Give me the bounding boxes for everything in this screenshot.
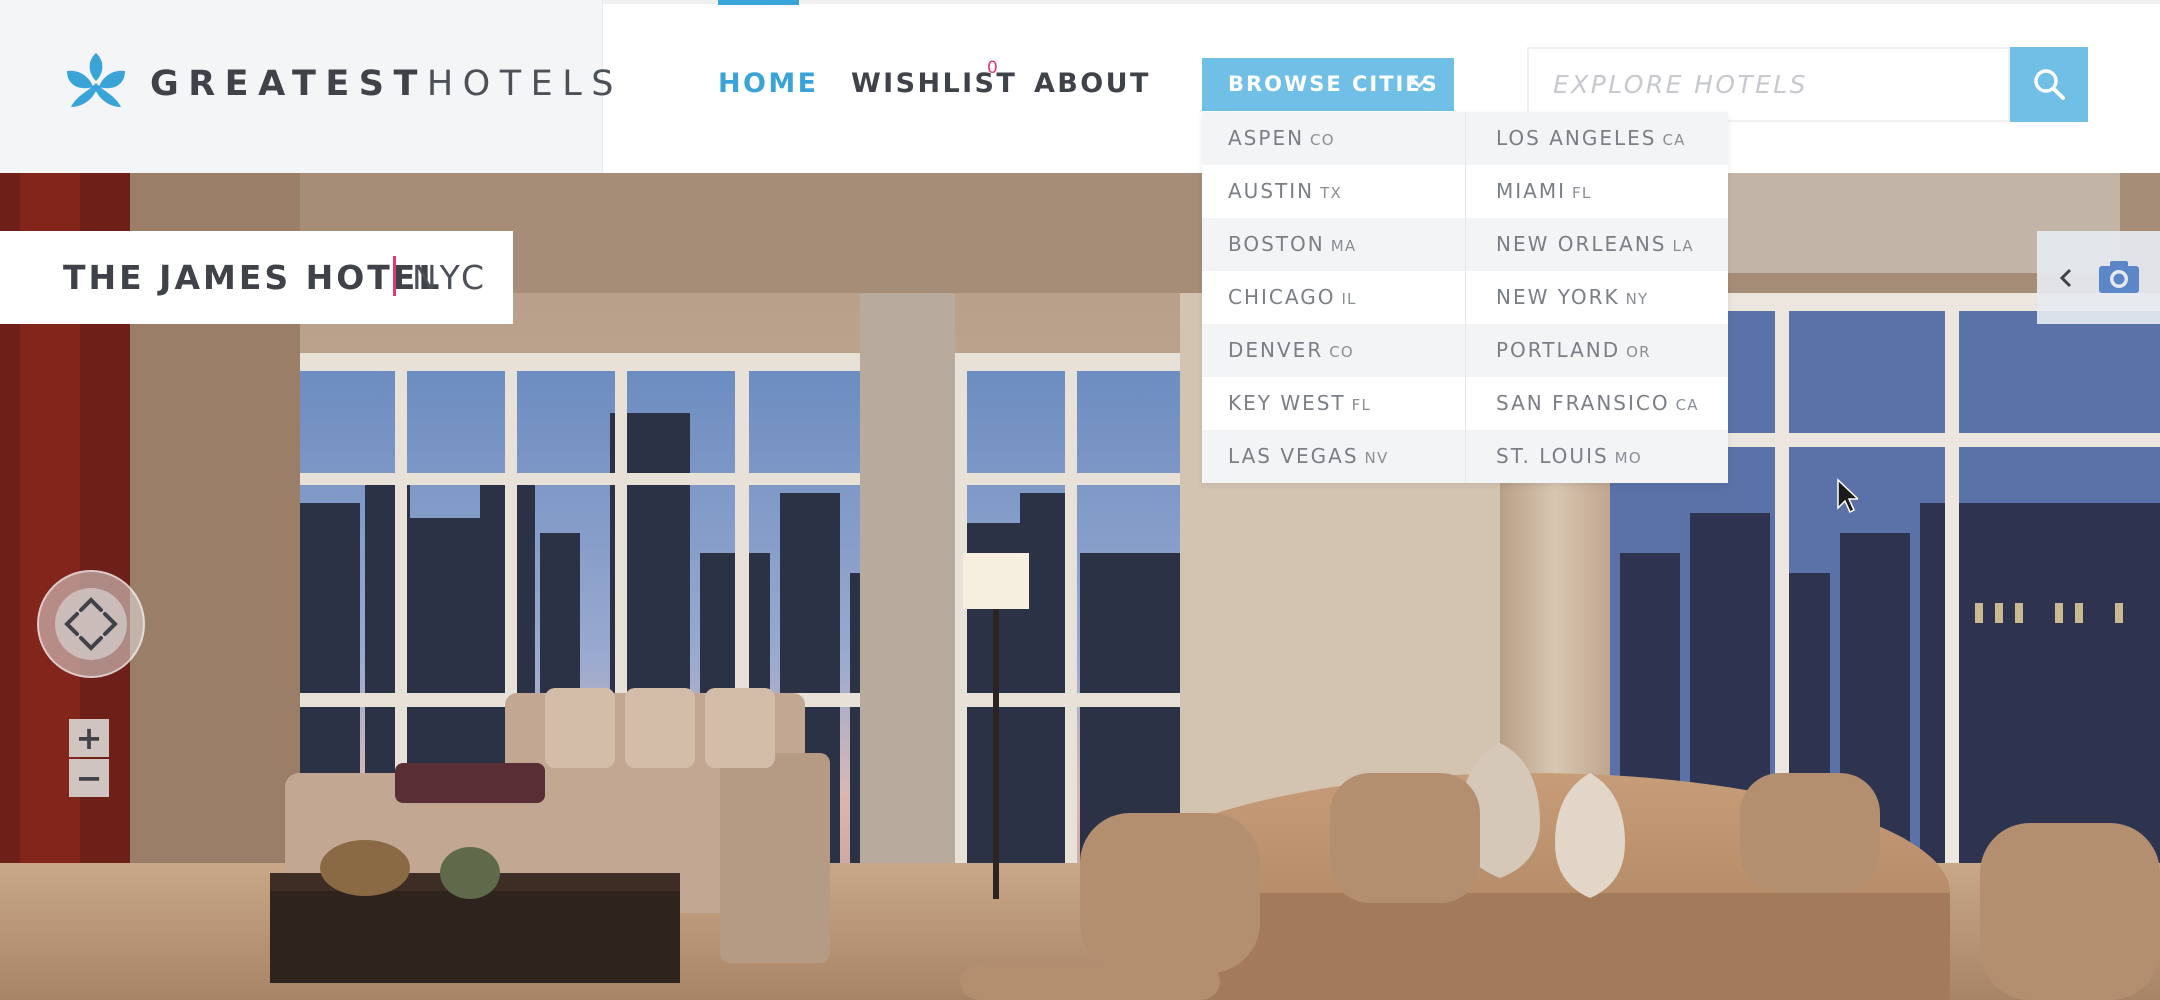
brand-light: HOTELS [426,64,623,104]
city-name: BOSTON [1228,232,1325,256]
brand-wordmark: GREATESTHOTELS [150,62,623,106]
city-link-miami[interactable]: MIAMI FL [1496,165,1591,218]
pan-control-knob[interactable] [55,588,127,660]
city-state: CA [1662,131,1686,149]
city-link-key-west[interactable]: KEY WEST FL [1228,377,1371,430]
city-name: ST. LOUIS [1496,444,1609,468]
wishlist-count-badge: 0 [987,58,998,78]
city-link-los-angeles[interactable]: LOS ANGELES CA [1496,112,1686,165]
panorama-pan-control[interactable] [37,570,145,678]
city-link-san-fransico[interactable]: SAN FRANSICO CA [1496,377,1699,430]
city-link-las-vegas[interactable]: LAS VEGAS NV [1228,430,1388,483]
city-link-st-louis[interactable]: ST. LOUIS MO [1496,430,1642,483]
city-name: LAS VEGAS [1228,444,1359,468]
city-link-new-york[interactable]: NEW YORK NY [1496,271,1648,324]
hotel-title-card: THE JAMES HOTEL NYC [0,231,513,324]
city-name: MIAMI [1496,179,1566,203]
logo-panel[interactable]: GREATESTHOTELS [0,0,613,173]
brand-bold: GREATEST [150,64,427,104]
chevron-left-icon [2059,268,2072,288]
city-state: NV [1364,449,1389,467]
city-name: KEY WEST [1228,391,1346,415]
browse-cities-label: BROWSE CITIES [1228,72,1439,96]
site-header: GREATESTHOTELS HOME WISHLIST 0 ABOUT BRO… [0,0,2160,173]
city-state: OR [1626,343,1651,361]
city-state: MO [1614,449,1642,467]
city-link-chicago[interactable]: CHICAGO IL [1228,271,1357,324]
hotel-name: THE JAMES HOTEL [63,258,443,297]
search-button[interactable] [2010,47,2088,122]
city-state: LA [1672,237,1694,255]
city-link-portland[interactable]: PORTLAND OR [1496,324,1651,377]
city-name: ASPEN [1228,126,1305,150]
city-state: FL [1351,396,1372,414]
city-link-denver[interactable]: DENVER CO [1228,324,1354,377]
city-state: IL [1341,290,1357,308]
active-nav-indicator [718,0,799,5]
city-state: FL [1572,184,1592,202]
city-state: MA [1330,237,1357,255]
city-name: DENVER [1228,338,1324,362]
city-name: SAN FRANSICO [1496,391,1670,415]
chevron-down-icon [1410,77,1428,89]
browse-cities-button[interactable]: BROWSE CITIES [1202,58,1454,111]
city-state: CO [1310,131,1335,149]
nav-about[interactable]: ABOUT [1034,67,1151,101]
city-name: PORTLAND [1496,338,1621,362]
city-name: AUSTIN [1228,179,1315,203]
fleur-logo-icon [67,53,125,107]
city-link-austin[interactable]: AUSTIN TX [1228,165,1342,218]
city-state: TX [1320,184,1342,202]
header-top-line [603,0,2160,4]
city-state: CA [1675,396,1699,414]
city-name: NEW ORLEANS [1496,232,1667,256]
pan-arrows-icon [64,597,118,651]
zoom-in-button[interactable]: + [69,719,109,757]
title-separator [393,256,396,296]
photo-gallery-toggle[interactable] [2037,231,2160,324]
city-name: NEW YORK [1496,285,1620,309]
hotel-city: NYC [412,258,488,297]
city-name: CHICAGO [1228,285,1336,309]
camera-icon [2099,261,2139,293]
nav-home[interactable]: HOME [718,67,818,101]
city-name: LOS ANGELES [1496,126,1657,150]
dropdown-column-divider [1465,112,1466,483]
city-link-aspen[interactable]: ASPEN CO [1228,112,1335,165]
city-state: NY [1625,290,1649,308]
city-link-new-orleans[interactable]: NEW ORLEANS LA [1496,218,1694,271]
city-link-boston[interactable]: BOSTON MA [1228,218,1356,271]
city-state: CO [1329,343,1354,361]
explore-hotels-search-input[interactable] [1527,47,2010,122]
search-icon [2034,69,2065,100]
browse-cities-dropdown: ASPEN CO AUSTIN TX BOSTON MA CHICAGO IL DENV… [1202,112,1728,483]
zoom-out-button[interactable]: − [69,759,109,797]
